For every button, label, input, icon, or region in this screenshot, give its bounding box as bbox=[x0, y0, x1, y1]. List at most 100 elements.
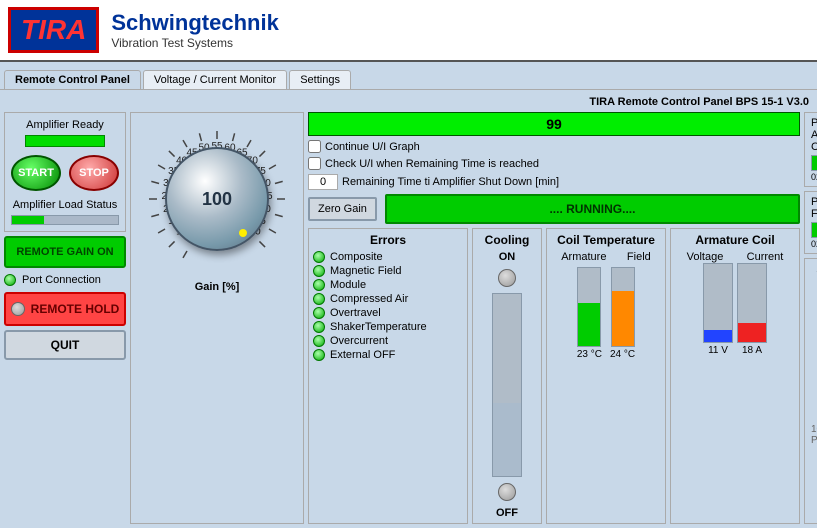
remote-hold-led bbox=[11, 302, 25, 316]
amp-ready-indicator bbox=[25, 135, 105, 147]
amp-status-box: Amplifier Ready START STOP Amplifier Loa… bbox=[4, 112, 126, 232]
field-col-label: Field bbox=[627, 251, 651, 263]
field-power-section: Power [%] - Field Coil 0 20 40 60 80 100 bbox=[804, 191, 817, 254]
knob-panel: 5 10 15 20 25 30 35 bbox=[130, 112, 304, 524]
continue-graph-checkbox[interactable] bbox=[308, 140, 321, 153]
remaining-input[interactable] bbox=[308, 174, 338, 190]
armature-temp-value: 23 °C bbox=[577, 349, 602, 360]
error-shaker-temp: ShakerTemperature bbox=[313, 321, 463, 333]
errors-panel: Errors Composite Magnetic Field Module bbox=[308, 228, 468, 524]
power-scale-1: 0 20 40 60 80 100 bbox=[811, 172, 817, 182]
cooling-off-label: OFF bbox=[496, 507, 518, 519]
voltage-bar bbox=[703, 263, 733, 343]
error-magnetic: Magnetic Field bbox=[313, 265, 463, 277]
voltage-value: 11 V bbox=[708, 345, 728, 356]
cooling-bar bbox=[492, 293, 522, 477]
shock-field-power: 100 [%] Field Power bbox=[811, 424, 817, 446]
current-value: 18 A bbox=[742, 345, 762, 356]
voltage-col-label: Voltage bbox=[687, 251, 724, 263]
value-display: 99 bbox=[308, 112, 800, 136]
port-connection-led bbox=[4, 274, 16, 286]
armature-col-label: Armature bbox=[561, 251, 606, 263]
tab-remote-control[interactable]: Remote Control Panel bbox=[4, 70, 141, 89]
continue-graph-row: Continue U/I Graph bbox=[308, 140, 800, 153]
controls-panel: 99 Continue U/I Graph Check U/I when Rem… bbox=[308, 112, 800, 524]
temp-bars-row: 23 °C 24 °C bbox=[551, 267, 661, 360]
error-module: Module bbox=[313, 279, 463, 291]
current-col: 18 A bbox=[737, 263, 767, 356]
cooling-bar-fill bbox=[493, 403, 521, 476]
armature-coil-panel: Armature Coil Voltage Current 11 V bbox=[670, 228, 800, 524]
logo-text: TIRA bbox=[21, 14, 86, 45]
cooling-on-indicator bbox=[498, 269, 516, 287]
coil-temp-labels: Armature Field bbox=[551, 251, 661, 263]
error-module-label: Module bbox=[330, 279, 366, 291]
company-name: Schwingtechnik Vibration Test Systems bbox=[111, 10, 278, 50]
error-module-led bbox=[313, 279, 325, 291]
error-magnetic-label: Magnetic Field bbox=[330, 265, 402, 277]
check-ui-row: Check U/I when Remaining Time is reached bbox=[308, 157, 800, 170]
tab-bar: Remote Control Panel Voltage / Current M… bbox=[0, 62, 817, 90]
remote-hold-label: REMOTE HOLD bbox=[31, 302, 120, 316]
error-shaker-temp-label: ShakerTemperature bbox=[330, 321, 427, 333]
cooling-title: Cooling bbox=[485, 233, 530, 247]
voltage-col: 11 V bbox=[703, 263, 733, 356]
field-temp-value: 24 °C bbox=[610, 349, 635, 360]
load-status-bar bbox=[11, 215, 119, 225]
current-bar-fill bbox=[738, 323, 766, 343]
errors-title: Errors bbox=[313, 233, 463, 247]
armature-temp-col: 23 °C bbox=[577, 267, 602, 360]
tab-voltage-monitor[interactable]: Voltage / Current Monitor bbox=[143, 70, 287, 89]
running-button[interactable]: .... RUNNING.... bbox=[385, 194, 800, 224]
armature-power-fill bbox=[812, 156, 817, 170]
tab-settings[interactable]: Settings bbox=[289, 70, 351, 89]
armature-coil-labels: Voltage Current bbox=[675, 251, 795, 263]
gain-label: Gain [%] bbox=[195, 281, 240, 293]
panel-title: TIRA Remote Control Panel BPS 15-1 V3.0 bbox=[4, 94, 813, 110]
top-controls: 99 Continue U/I Graph Check U/I when Rem… bbox=[308, 112, 800, 224]
coil-temp-panel: Coil Temperature Armature Field 23 °C bbox=[546, 228, 666, 524]
check-ui-label: Check U/I when Remaining Time is reached bbox=[325, 158, 539, 170]
armature-temp-fill bbox=[578, 303, 600, 346]
armature-power-section: Power [%] - Armature Coil 0 20 40 60 80 … bbox=[804, 112, 817, 187]
error-overcurrent: Overcurrent bbox=[313, 335, 463, 347]
armature-power-bar bbox=[811, 155, 817, 171]
armature-coil-title: Armature Coil bbox=[675, 233, 795, 247]
start-stop-row: START STOP bbox=[11, 155, 119, 191]
start-button[interactable]: START bbox=[11, 155, 61, 191]
error-overtravel-led bbox=[313, 307, 325, 319]
knob-value: 100 bbox=[202, 189, 232, 210]
error-shaker-temp-led bbox=[313, 321, 325, 333]
field-temp-bar bbox=[611, 267, 635, 347]
cooling-on-label: ON bbox=[499, 251, 516, 263]
auto-field-section: Automatic Field Control Shock Test 100 [… bbox=[804, 258, 817, 524]
armature-bars-row: 11 V 18 A bbox=[675, 263, 795, 356]
current-col-label: Current bbox=[747, 251, 784, 263]
power-scale-2: 0 20 40 60 80 100 bbox=[811, 239, 817, 249]
error-magnetic-led bbox=[313, 265, 325, 277]
error-overcurrent-led bbox=[313, 335, 325, 347]
check-ui-checkbox[interactable] bbox=[308, 157, 321, 170]
stop-button[interactable]: STOP bbox=[69, 155, 119, 191]
remote-gain-button[interactable]: REMOTE GAIN ON bbox=[4, 236, 126, 268]
gain-knob[interactable]: 5 10 15 20 25 30 35 bbox=[137, 119, 297, 279]
auto-field-label: Automatic Field Control bbox=[811, 263, 817, 299]
header: TIRA Schwingtechnik Vibration Test Syste… bbox=[0, 0, 817, 62]
knob-sphere[interactable]: 100 bbox=[165, 147, 269, 251]
port-connection-label: Port Connection bbox=[22, 274, 101, 286]
error-compressed-air: Compressed Air bbox=[313, 293, 463, 305]
continue-graph-label: Continue U/I Graph bbox=[325, 141, 420, 153]
error-compressed-air-led bbox=[313, 293, 325, 305]
remote-hold-button[interactable]: REMOTE HOLD bbox=[4, 292, 126, 326]
error-overtravel-label: Overtravel bbox=[330, 307, 381, 319]
port-connection-row: Port Connection bbox=[4, 272, 126, 288]
zero-gain-button[interactable]: Zero Gain bbox=[308, 197, 377, 221]
quit-button[interactable]: QUIT bbox=[4, 330, 126, 360]
error-external-off: External OFF bbox=[313, 349, 463, 361]
cooling-off-indicator bbox=[498, 483, 516, 501]
error-external-off-label: External OFF bbox=[330, 349, 395, 361]
voltage-bar-fill bbox=[704, 330, 732, 342]
field-power-bar bbox=[811, 222, 817, 238]
error-composite-led bbox=[313, 251, 325, 263]
error-external-off-led bbox=[313, 349, 325, 361]
